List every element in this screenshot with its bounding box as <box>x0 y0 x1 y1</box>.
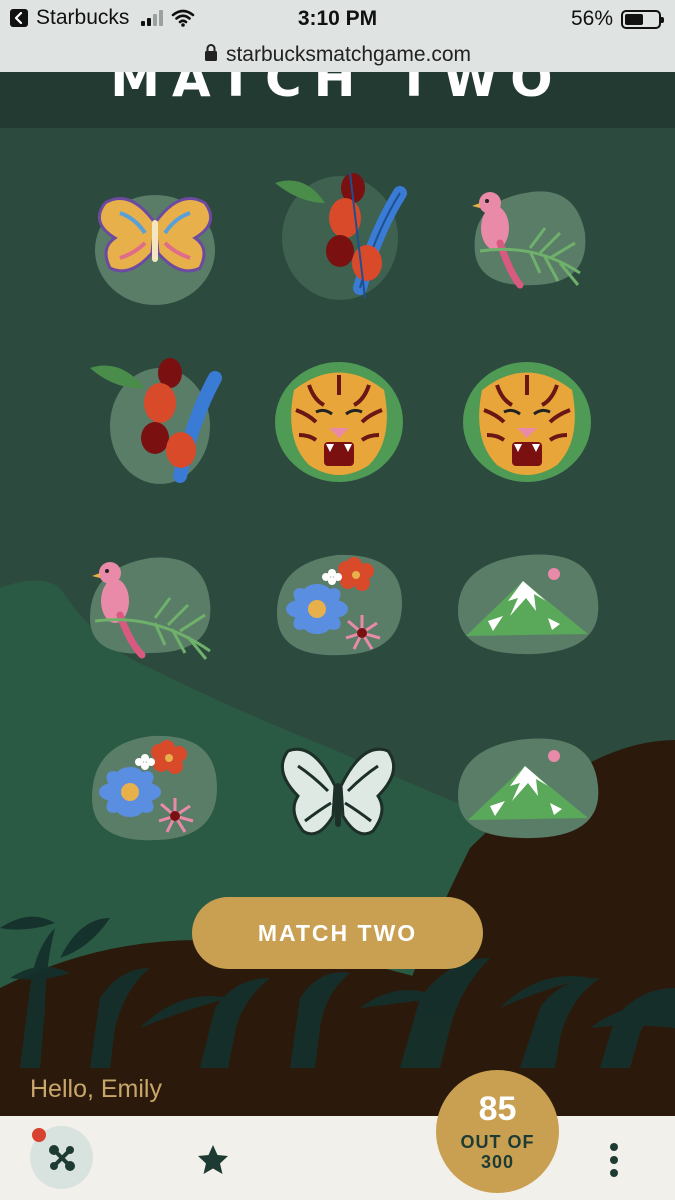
score-label-line1: OUT OF <box>460 1132 535 1152</box>
mountain-icon <box>458 554 599 655</box>
greeting-strip: Hello, Emily <box>0 1068 675 1116</box>
score-badge: 85 OUT OF 300 <box>436 1070 559 1193</box>
memory-card-pink-bird[interactable] <box>450 173 620 323</box>
butterfly-gold-icon <box>95 195 215 305</box>
match-two-button[interactable]: MATCH TWO <box>192 897 483 969</box>
coffee-cherries-icon <box>90 358 222 484</box>
memory-card-flowers[interactable] <box>262 543 432 693</box>
battery-icon <box>621 9 664 29</box>
lock-icon <box>204 43 218 67</box>
memory-card-coffee-cherries[interactable] <box>75 348 245 498</box>
pink-bird-icon <box>90 557 211 660</box>
status-right: 56% <box>570 7 664 31</box>
flowers-icon <box>92 735 217 841</box>
battery-percent: 56% <box>570 7 613 30</box>
greeting-text: Hello, Emily <box>30 1075 162 1103</box>
game-header: MATCH TWO <box>0 72 675 128</box>
nav-game-button[interactable] <box>30 1126 93 1189</box>
coffee-cherries-icon <box>275 172 407 300</box>
score-label-line2: 300 <box>480 1152 515 1172</box>
tiger-icon <box>463 362 591 482</box>
memory-card-coffee-cherries[interactable] <box>255 163 425 313</box>
memory-card-butterfly-outline[interactable] <box>253 731 423 881</box>
pink-bird-icon <box>472 191 586 289</box>
memory-card-mountain[interactable] <box>448 546 618 696</box>
url-text[interactable]: starbucksmatchgame.com <box>226 43 471 67</box>
memory-card-mountain[interactable] <box>448 728 618 878</box>
game-nodes-icon <box>48 1144 75 1171</box>
url-bar[interactable]: starbucksmatchgame.com <box>0 38 675 72</box>
notification-dot <box>32 1128 46 1142</box>
memory-card-tiger[interactable] <box>442 350 612 500</box>
page-title: MATCH TWO <box>110 72 565 108</box>
game-board: MATCH TWO <box>0 128 675 1068</box>
star-icon[interactable] <box>196 1143 230 1177</box>
tiger-icon <box>275 362 403 482</box>
butterfly-outline-icon <box>280 747 396 836</box>
flowers-icon <box>277 554 402 656</box>
memory-card-butterfly[interactable] <box>70 168 240 318</box>
status-bar: Starbucks 3:10 PM 56% <box>0 0 675 38</box>
memory-card-tiger[interactable] <box>254 350 424 500</box>
more-options-icon[interactable] <box>604 1143 624 1177</box>
bottom-nav <box>0 1116 675 1200</box>
memory-card-pink-bird[interactable] <box>80 543 250 693</box>
memory-card-flowers[interactable] <box>72 728 242 878</box>
mountain-icon <box>458 738 599 839</box>
score-value: 85 <box>478 1090 517 1128</box>
